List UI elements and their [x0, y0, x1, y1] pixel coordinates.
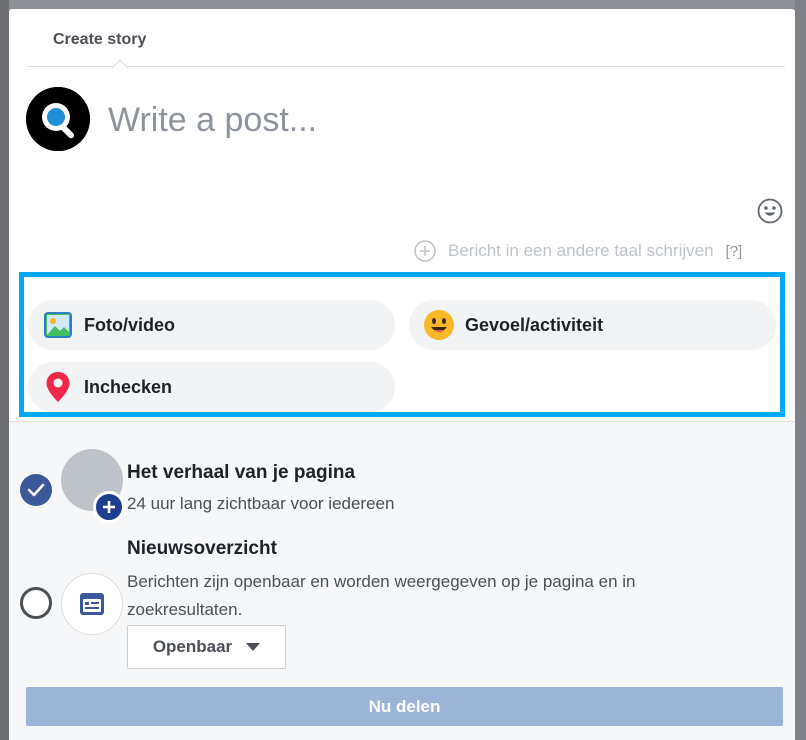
feed-checkbox[interactable] — [20, 587, 52, 619]
plus-circle-icon — [414, 240, 436, 262]
checkmark-icon — [27, 483, 45, 497]
check-in-label: Inchecken — [84, 376, 173, 397]
create-story-dialog: Create story Bericht in een andere taal … — [9, 9, 795, 740]
feed-subtitle: Berichten zijn openbaar en worden weerge… — [127, 572, 636, 619]
dialog-header: Create story — [27, 9, 785, 67]
chevron-down-icon — [246, 643, 261, 651]
share-now-button[interactable]: Nu delen — [26, 687, 783, 726]
audience-dropdown[interactable]: Openbaar — [127, 625, 286, 669]
background-page-right — [795, 0, 806, 740]
tab-create-story[interactable]: Create story — [53, 31, 146, 49]
photo-video-button[interactable]: Foto/video — [28, 300, 395, 350]
feeling-activity-label: Gevoel/activiteit — [465, 314, 604, 335]
background-page — [0, 0, 9, 740]
story-checkbox[interactable] — [20, 474, 52, 506]
story-title: Het verhaal van je pagina — [127, 462, 356, 483]
highlighted-actions-box: Foto/video Gevoel/activiteit Inchecken — [19, 272, 785, 417]
help-link[interactable]: [?] — [726, 243, 743, 260]
photo-video-label: Foto/video — [84, 314, 175, 335]
tab-indicator — [112, 59, 128, 68]
post-text-input[interactable] — [108, 95, 758, 145]
emoji-feeling-icon — [423, 309, 455, 341]
news-feed-icon — [61, 573, 123, 635]
translate-row[interactable]: Bericht in een andere taal schrijven [?] — [414, 239, 742, 263]
location-pin-icon — [42, 371, 74, 403]
check-in-button[interactable]: Inchecken — [28, 362, 395, 412]
audience-label: Openbaar — [152, 637, 233, 656]
translate-link[interactable]: Bericht in een andere taal schrijven — [448, 241, 714, 261]
photo-icon — [42, 309, 74, 341]
add-story-icon[interactable] — [93, 491, 125, 523]
share-destinations: Het verhaal van je pagina 24 uur lang zi… — [9, 422, 795, 740]
feeling-activity-button[interactable]: Gevoel/activiteit — [409, 300, 776, 350]
feed-title: Nieuwsoverzicht — [127, 538, 277, 559]
page-avatar[interactable] — [26, 87, 90, 151]
story-subtitle: 24 uur lang zichtbaar voor iedereen — [127, 494, 395, 513]
magnifier-logo-icon — [26, 87, 90, 151]
smiley-icon[interactable] — [757, 198, 783, 224]
